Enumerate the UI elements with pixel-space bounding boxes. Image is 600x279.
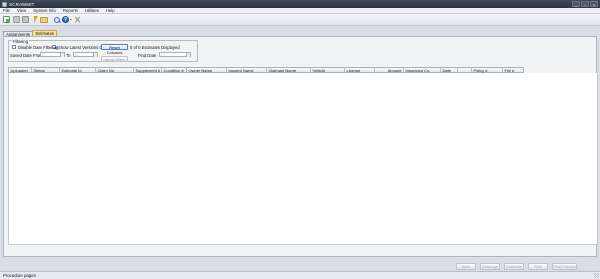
status-bar: Procedure pages — [0, 271, 600, 279]
unmerge-button[interactable]: Unmerge — [480, 263, 500, 270]
show-latest-versions-checkbox[interactable] — [52, 45, 56, 49]
menu-help[interactable]: Help — [106, 8, 115, 13]
new-document-icon[interactable] — [3, 16, 10, 23]
menu-system-info[interactable]: System Info — [33, 8, 56, 13]
open-button[interactable]: Open — [456, 263, 476, 270]
print-icon[interactable] — [22, 16, 29, 23]
lightning-icon[interactable] — [31, 16, 38, 23]
tools-icon[interactable] — [74, 16, 81, 23]
print-button[interactable]: Print — [528, 263, 548, 270]
duplicate-button[interactable]: Duplicate — [504, 263, 524, 270]
disable-date-filtering-checkbox[interactable] — [12, 45, 16, 49]
menu-file[interactable]: File — [3, 8, 10, 13]
filtering-group: Filtering Disable Date Filtering Show La… — [8, 39, 198, 62]
menu-utilities[interactable]: Utilities — [85, 8, 99, 13]
open-folder-icon[interactable] — [13, 16, 20, 23]
chevron-down-icon[interactable] — [70, 19, 72, 20]
find-date-calendar-icon[interactable] — [186, 53, 190, 57]
find-date-value: / / — [161, 53, 165, 57]
menu-reports[interactable]: Reports — [63, 8, 78, 13]
title-bar: SCRAMMIT _ ▫ x — [0, 0, 600, 8]
help-icon[interactable]: ? — [62, 16, 69, 23]
find-date-label: Find Date — [138, 53, 157, 58]
date-to-field[interactable]: / / — [73, 52, 98, 57]
reset-columns-button[interactable]: Reset Columns — [101, 44, 128, 55]
minimize-button[interactable]: _ — [572, 1, 580, 7]
date-to-value: / / — [75, 53, 79, 57]
maximize-button[interactable]: ▫ — [581, 1, 589, 7]
resize-grip-icon[interactable] — [594, 273, 599, 278]
search-icon[interactable] — [53, 16, 60, 23]
find-date-field[interactable]: / / — [159, 52, 191, 57]
window-controls: _ ▫ x — [572, 1, 598, 7]
estimates-count: 0 of 0 Estimates Displayed — [130, 45, 180, 50]
date-from-field[interactable]: / / — [40, 52, 65, 57]
date-to-calendar-icon[interactable] — [93, 53, 97, 57]
menu-view[interactable]: View — [17, 8, 26, 13]
saved-date-from-label: Saved Date From — [10, 52, 43, 58]
apply-filter-button[interactable]: Apply Filter — [101, 56, 128, 62]
action-buttons: Open Unmerge Duplicate Print Print Previ… — [4, 263, 598, 270]
window-title: SCRAMMIT — [9, 1, 35, 7]
date-from-calendar-icon[interactable] — [60, 53, 64, 57]
mail-icon[interactable] — [40, 17, 48, 23]
print-preview-button[interactable]: Print Preview — [552, 263, 577, 270]
status-text: Procedure pages — [3, 273, 36, 278]
date-from-value: / / — [42, 53, 46, 57]
filtering-legend: Filtering — [12, 39, 29, 44]
estimates-panel: Filtering Disable Date Filtering Show La… — [3, 36, 598, 270]
app-icon — [2, 1, 7, 7]
close-button[interactable]: x — [590, 1, 598, 7]
to-label: To — [66, 52, 71, 58]
toolbar: ? — [0, 14, 600, 26]
estimates-grid-body[interactable] — [8, 73, 598, 245]
